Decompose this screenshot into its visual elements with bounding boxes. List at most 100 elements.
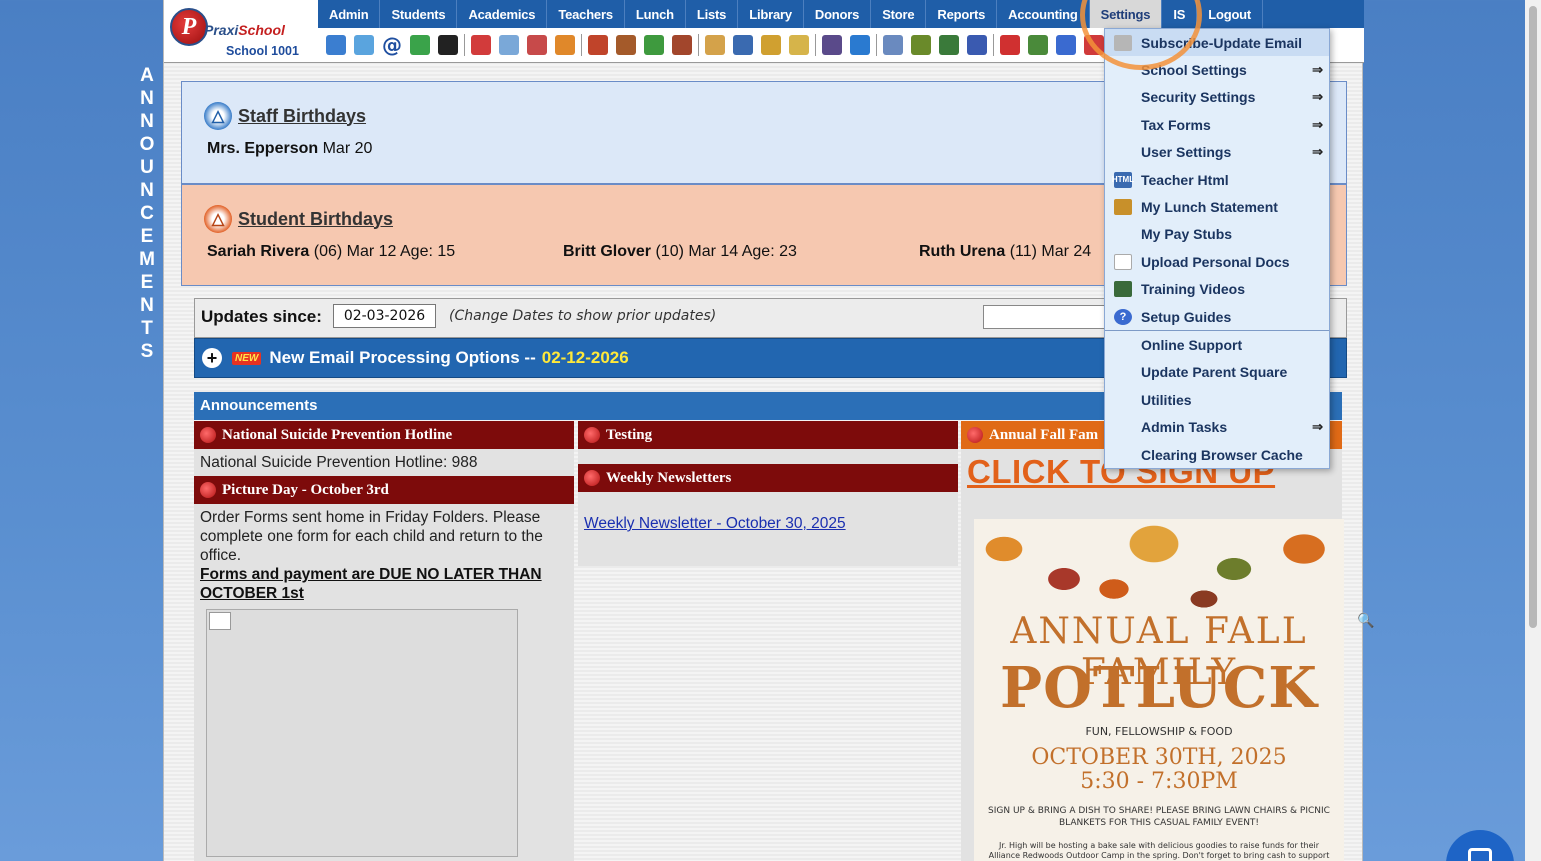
announcement-title[interactable]: Weekly Newsletters xyxy=(578,464,958,492)
calendar-icon[interactable] xyxy=(527,35,547,55)
announcement-title[interactable]: Testing xyxy=(578,421,958,449)
menu-library[interactable]: Library xyxy=(738,0,804,28)
submenu-arrow-icon: ⇒ xyxy=(1312,116,1323,132)
settings-item-training-videos[interactable]: Training Videos xyxy=(1105,276,1329,303)
cake-icon: △ xyxy=(204,205,232,233)
student-add-icon[interactable] xyxy=(588,35,608,55)
document-icon xyxy=(1114,253,1132,270)
barcode-icon[interactable] xyxy=(911,35,931,55)
ap-icon[interactable] xyxy=(967,35,987,55)
announcement-body: National Suicide Prevention Hotline: 988 xyxy=(200,454,478,471)
menu-lunch[interactable]: Lunch xyxy=(625,0,686,28)
updates-search-input[interactable] xyxy=(983,305,1123,329)
expand-plus-icon[interactable]: + xyxy=(202,348,222,368)
email-at-icon[interactable]: @ xyxy=(382,33,402,57)
menu-reports[interactable]: Reports xyxy=(926,0,998,28)
calendar-grid-icon[interactable] xyxy=(354,35,374,55)
school-name: School 1001 xyxy=(226,44,299,58)
menu-academics[interactable]: Academics xyxy=(457,0,548,28)
staff-icon[interactable] xyxy=(616,35,636,55)
due-notice: Forms and payment are DUE NO LATER THAN … xyxy=(200,566,542,602)
clock-icon[interactable] xyxy=(850,35,870,55)
grid-icon[interactable] xyxy=(883,35,903,55)
settings-item-setup-guides[interactable]: ? Setup Guides xyxy=(1105,303,1329,330)
phone-icon[interactable] xyxy=(438,35,458,55)
settings-item-admin-tasks[interactable]: Admin Tasks ⇒ xyxy=(1105,413,1329,440)
menu-students[interactable]: Students xyxy=(380,0,458,28)
settings-item-tax-forms[interactable]: Tax Forms ⇒ xyxy=(1105,111,1329,138)
announcement-title[interactable]: Picture Day - October 3rd xyxy=(194,476,574,504)
settings-item-label: Update Parent Square xyxy=(1141,364,1288,381)
poster-line: OCTOBER 30TH, 2025 xyxy=(1031,745,1287,770)
search-icon[interactable]: 🔍 xyxy=(1357,613,1374,629)
megaphone-icon[interactable] xyxy=(555,35,575,55)
settings-item-upload-personal-docs[interactable]: Upload Personal Docs xyxy=(1105,248,1329,275)
submenu-arrow-icon: ⇒ xyxy=(1312,62,1323,78)
search-icon[interactable] xyxy=(326,35,346,55)
side-letter: S xyxy=(140,341,154,362)
side-letter: N xyxy=(140,295,154,316)
newsletter-link[interactable]: Weekly Newsletter - October 30, 2025 xyxy=(584,515,846,532)
settings-item-user-settings[interactable]: User Settings ⇒ xyxy=(1105,139,1329,166)
chat-icon[interactable] xyxy=(410,35,430,55)
menu-lists[interactable]: Lists xyxy=(686,0,739,28)
praxischool-logo[interactable]: P PraxiSchool School 1001 xyxy=(168,6,316,60)
report-icon[interactable] xyxy=(499,35,519,55)
menu-store[interactable]: Store xyxy=(871,0,927,28)
settings-item-label: My Lunch Statement xyxy=(1141,199,1278,216)
student-birthdays-title[interactable]: △ Student Birthdays xyxy=(204,205,393,233)
flag-icon[interactable] xyxy=(471,35,491,55)
scrollbar-thumb[interactable] xyxy=(1529,6,1537,628)
html-icon: HTML xyxy=(1112,171,1134,188)
settings-item-clearing-browser-cache[interactable]: Clearing Browser Cache xyxy=(1105,441,1329,468)
email-icon xyxy=(1114,34,1132,51)
import-icon[interactable] xyxy=(789,35,809,55)
broom-icon[interactable] xyxy=(761,35,781,55)
student-birthday-entry: Britt Glover (10) Mar 14 Age: 23 xyxy=(563,243,797,260)
settings-item-my-pay-stubs[interactable]: My Pay Stubs xyxy=(1105,221,1329,248)
settings-item-label: Training Videos xyxy=(1141,281,1245,298)
side-letter: E xyxy=(140,226,154,247)
staff-birthdays-title[interactable]: △ Staff Birthdays xyxy=(204,102,366,130)
pin-icon xyxy=(200,482,216,498)
submenu-arrow-icon: ⇒ xyxy=(1312,144,1323,160)
settings-item-update-parent-square[interactable]: Update Parent Square xyxy=(1105,359,1329,386)
poster-line: FUN, FELLOWSHIP & FOOD xyxy=(1085,725,1233,738)
power-icon[interactable] xyxy=(1084,35,1104,55)
page-scrollbar[interactable] xyxy=(1525,0,1541,861)
settings-item-label: My Pay Stubs xyxy=(1141,226,1233,243)
settings-item-label: Setup Guides xyxy=(1141,308,1232,325)
settings-item-teacher-html[interactable]: HTML Teacher Html xyxy=(1105,166,1329,193)
chat-support-button[interactable] xyxy=(1446,830,1514,861)
user-icon[interactable] xyxy=(822,35,842,55)
menu-logout[interactable]: Logout xyxy=(1197,0,1264,28)
help-icon[interactable] xyxy=(1056,35,1076,55)
potluck-poster[interactable]: ANNUAL FALL FAMILY POTLUCK FUN, FELLOWSH… xyxy=(974,519,1344,861)
menu-accounting[interactable]: Accounting xyxy=(997,0,1090,28)
settings-item-subscribe-update-email[interactable]: Subscribe-Update Email xyxy=(1105,29,1329,57)
lunch-icon[interactable] xyxy=(705,35,725,55)
menu-teachers[interactable]: Teachers xyxy=(547,0,625,28)
menu-settings[interactable]: Settings xyxy=(1089,0,1163,28)
settings-item-my-lunch-statement[interactable]: My Lunch Statement xyxy=(1105,193,1329,220)
family-icon[interactable] xyxy=(672,35,692,55)
cash-icon[interactable] xyxy=(1028,35,1048,55)
logo-brand: PraxiSchool xyxy=(204,22,285,38)
menu-admin[interactable]: Admin xyxy=(318,0,381,28)
pdf-icon[interactable] xyxy=(1000,35,1020,55)
settings-item-security-settings[interactable]: Security Settings ⇒ xyxy=(1105,84,1329,111)
settings-item-label: Clearing Browser Cache xyxy=(1141,446,1303,463)
settings-item-school-settings[interactable]: School Settings ⇒ xyxy=(1105,56,1329,83)
settings-item-utilities[interactable]: Utilities xyxy=(1105,386,1329,413)
money-icon[interactable] xyxy=(644,35,664,55)
book-icon[interactable] xyxy=(733,35,753,55)
news-date: 02-12-2026 xyxy=(541,348,629,367)
printer-icon[interactable] xyxy=(939,35,959,55)
updates-date-input[interactable]: 02-03-2026 xyxy=(333,304,436,328)
announcements-vertical-label: ANNOUNCEMENTS xyxy=(136,64,158,363)
announcement-title[interactable]: National Suicide Prevention Hotline xyxy=(194,421,574,449)
staff-birthday-entry: Mrs. Epperson Mar 20 xyxy=(207,140,373,157)
menu-donors[interactable]: Donors xyxy=(804,0,872,28)
menu-is[interactable]: IS xyxy=(1162,0,1198,28)
settings-item-online-support[interactable]: Online Support xyxy=(1105,331,1329,358)
